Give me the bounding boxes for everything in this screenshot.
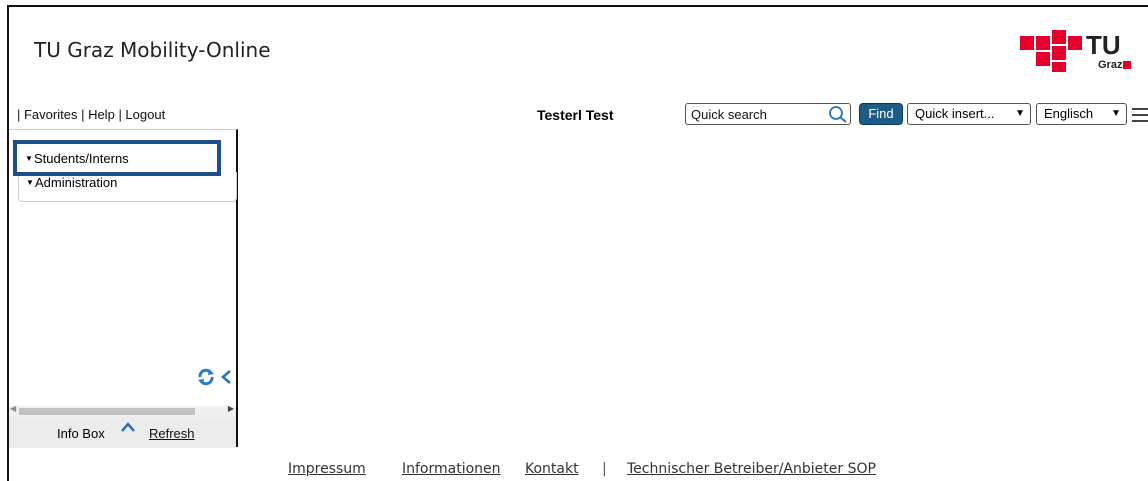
- triangle-down-icon: ▼: [26, 178, 34, 187]
- chevron-up-icon[interactable]: [120, 420, 136, 434]
- help-link[interactable]: | Help: [81, 107, 115, 122]
- top-bar: | Favorites | Help | Logout Testerl Test…: [9, 100, 1148, 128]
- sidebar-item-administration[interactable]: ▼ Administration: [18, 172, 237, 202]
- language-select[interactable]: Englisch ▼: [1036, 103, 1127, 125]
- language-label: Englisch: [1044, 106, 1094, 121]
- top-links: | Favorites | Help | Logout: [17, 107, 165, 122]
- collapse-left-icon[interactable]: [219, 368, 233, 386]
- footer-link-impressum[interactable]: Impressum: [288, 461, 366, 477]
- footer-link-informationen[interactable]: Informationen: [402, 461, 501, 477]
- logout-link[interactable]: | Logout: [118, 107, 165, 122]
- sidebar-item-label: Students/Interns: [34, 151, 129, 166]
- footer-link-operator[interactable]: Technischer Betreiber/Anbieter SOP: [627, 461, 876, 477]
- menu-icon[interactable]: [1132, 108, 1148, 122]
- svg-text:TU: TU: [1086, 30, 1121, 60]
- app-title: TU Graz Mobility-Online: [34, 38, 271, 62]
- quick-search-input[interactable]: [688, 106, 825, 122]
- sidebar: ▼ Students/Interns ▼ Administration ◀ ▶ …: [9, 129, 238, 448]
- svg-text:Graz: Graz: [1098, 59, 1123, 71]
- quick-insert-select[interactable]: Quick insert... ▼: [907, 103, 1031, 125]
- refresh-icon[interactable]: [197, 368, 215, 386]
- favorites-link[interactable]: | Favorites: [17, 107, 77, 122]
- sidebar-item-label: Administration: [35, 175, 118, 190]
- footer-separator: |: [602, 461, 607, 477]
- dropdown-arrow-icon: ▼: [1111, 108, 1121, 119]
- scroll-left-icon[interactable]: ◀: [10, 404, 16, 413]
- info-box-label: Info Box: [57, 426, 105, 441]
- refresh-link[interactable]: Refresh: [149, 426, 195, 441]
- horizontal-scrollbar[interactable]: ◀ ▶: [9, 404, 236, 417]
- find-button[interactable]: Find: [859, 103, 903, 125]
- tu-graz-logo: TU Graz: [1020, 30, 1131, 72]
- user-name: Testerl Test: [537, 107, 614, 123]
- sidebar-item-students-interns[interactable]: ▼ Students/Interns: [18, 145, 234, 172]
- footer-link-kontakt[interactable]: Kontakt: [525, 461, 579, 477]
- info-bar: Info Box Refresh: [9, 417, 236, 448]
- quick-insert-label: Quick insert...: [915, 106, 995, 121]
- dropdown-arrow-icon: ▼: [1015, 108, 1025, 119]
- triangle-down-icon: ▼: [25, 154, 33, 163]
- scroll-right-icon[interactable]: ▶: [228, 404, 234, 413]
- search-icon[interactable]: [828, 105, 848, 123]
- quick-search-box: [685, 103, 851, 125]
- scrollbar-thumb[interactable]: [19, 408, 195, 415]
